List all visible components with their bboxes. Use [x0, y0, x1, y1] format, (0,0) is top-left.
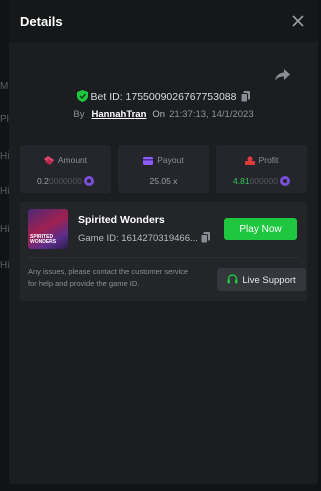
profit-value-zeros: 000000 — [249, 176, 278, 186]
game-id-row: Game ID: 1614270319466... — [78, 232, 210, 246]
backdrop-fragment: Hi — [0, 151, 9, 162]
profit-icon — [244, 156, 255, 165]
backdrop-fragment: Hi — [0, 260, 9, 271]
backdrop-page: M Pl Hi Hi Hi Hi — [0, 0, 9, 491]
amount-value-main: 0.2 — [37, 176, 49, 186]
stat-payout: Payout 25.05 x — [118, 145, 209, 193]
payout-icon — [143, 157, 154, 165]
shield-check-icon — [76, 90, 88, 105]
stat-amount-header: Amount — [20, 155, 111, 165]
game-name: Spirited Wonders — [78, 214, 165, 226]
stat-payout-header: Payout — [118, 155, 209, 165]
close-icon[interactable] — [290, 13, 306, 29]
stat-profit-label: Profit — [258, 155, 279, 165]
stat-amount-value: 0.20000000 — [20, 176, 111, 186]
backdrop-fragment: Pl — [0, 114, 9, 125]
game-card: SPIRITED WONDERS Spirited Wonders Game I… — [20, 202, 307, 301]
game-thumbnail[interactable]: SPIRITED WONDERS — [28, 209, 68, 249]
modal-header: Details — [9, 0, 318, 42]
profit-value-main: 4.81 — [233, 176, 250, 186]
stat-profit-header: Profit — [216, 155, 307, 165]
live-support-button[interactable]: Live Support — [217, 268, 306, 291]
stat-profit-value: 4.81000000 — [216, 176, 307, 186]
stat-payout-value: 25.05 x — [149, 176, 178, 186]
stat-payout-label: Payout — [157, 155, 184, 165]
coin-icon — [279, 176, 290, 186]
headset-icon — [227, 273, 238, 283]
play-now-button[interactable]: Play Now — [224, 218, 297, 240]
by-label: By — [73, 109, 85, 120]
backdrop-fragment: Hi — [0, 186, 9, 197]
bet-meta-row: By HannahTran On 21:37:13, 14/1/2023 — [9, 109, 318, 120]
backdrop-fragment: Hi — [0, 224, 9, 235]
support-message: Any issues, please contact the customer … — [28, 267, 189, 288]
modal-title: Details — [20, 14, 63, 29]
live-support-label: Live Support — [242, 274, 296, 286]
copy-icon[interactable] — [240, 91, 251, 105]
amount-value-zeros: 0000000 — [48, 176, 82, 186]
username-link[interactable]: HannahTran — [91, 109, 146, 120]
on-label: On — [152, 109, 166, 120]
timestamp: 21:37:13, 14/1/2023 — [169, 109, 254, 120]
backdrop-fragment: M — [0, 81, 9, 92]
game-id: Game ID: 1614270319466... — [78, 233, 198, 244]
copy-icon[interactable] — [200, 232, 210, 246]
bet-stats: Amount 0.20000000 Payout 25.05 x Profit … — [20, 145, 307, 193]
share-icon[interactable] — [275, 69, 291, 83]
stat-profit: Profit 4.81000000 — [216, 145, 307, 193]
stat-amount-label: Amount — [57, 155, 88, 165]
coin-icon — [83, 176, 94, 186]
bet-id-row: Bet ID: 1755009026767753088 — [9, 90, 318, 105]
amount-icon — [43, 156, 54, 165]
game-thumbnail-logo: SPIRITED WONDERS — [30, 234, 57, 245]
stat-amount: Amount 0.20000000 — [20, 145, 111, 193]
divider — [28, 257, 299, 258]
bet-id: Bet ID: 1755009026767753088 — [90, 91, 237, 103]
bet-details-modal: Details Bet ID: 1755009026767753088 By Ha… — [9, 0, 318, 484]
